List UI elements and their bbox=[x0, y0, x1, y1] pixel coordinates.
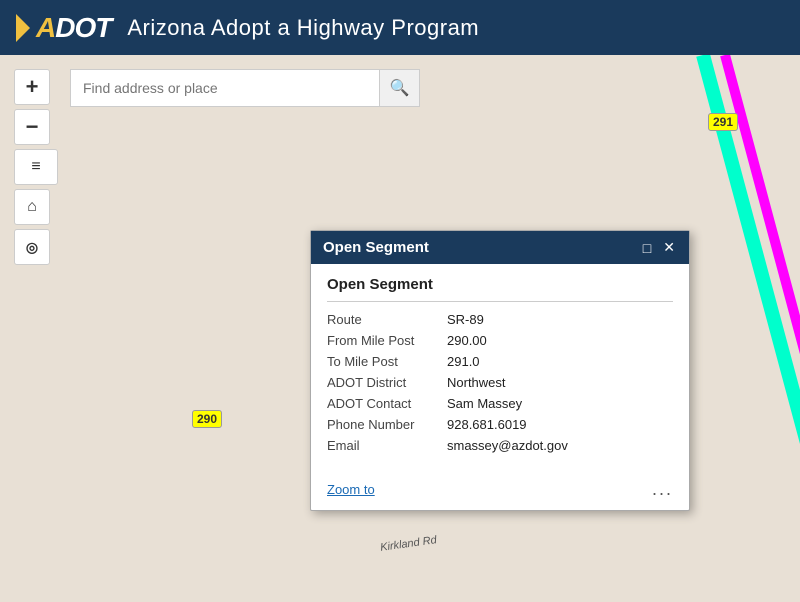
popup-row-value: 928.681.6019 bbox=[447, 417, 527, 432]
app-header: ADOT Arizona Adopt a Highway Program bbox=[0, 0, 800, 55]
popup-row-label: Phone Number bbox=[327, 417, 447, 432]
popup-body: Open Segment RouteSR-89From Mile Post290… bbox=[311, 264, 689, 471]
logo-text: ADOT bbox=[36, 12, 111, 44]
popup-row-label: To Mile Post bbox=[327, 354, 447, 369]
popup-rows: RouteSR-89From Mile Post290.00To Mile Po… bbox=[327, 312, 673, 453]
popup-row-value: Sam Massey bbox=[447, 396, 522, 411]
popup-row-value: Northwest bbox=[447, 375, 506, 390]
location-button[interactable]: ◎ bbox=[14, 229, 50, 265]
popup-row-value: 291.0 bbox=[447, 354, 480, 369]
adot-logo: ADOT bbox=[16, 12, 111, 44]
route-291-marker: 291 bbox=[708, 113, 738, 131]
logo-triangle-icon bbox=[16, 14, 30, 42]
route-290-marker: 290 bbox=[192, 410, 222, 428]
popup-row-label: Route bbox=[327, 312, 447, 327]
popup-restore-button[interactable]: □ bbox=[641, 239, 653, 256]
search-button[interactable]: 🔍 bbox=[380, 69, 420, 107]
map-area[interactable]: 291 290 Kirkland Rd 🔍 + − ≡ ⌂ ◎ Open Seg… bbox=[0, 55, 800, 602]
zoom-in-icon: + bbox=[26, 74, 39, 100]
zoom-out-icon: − bbox=[26, 114, 39, 140]
popup-panel: Open Segment □ ✕ Open Segment RouteSR-89… bbox=[310, 230, 690, 511]
home-button[interactable]: ⌂ bbox=[14, 189, 50, 225]
popup-row-label: ADOT District bbox=[327, 375, 447, 390]
search-icon: 🔍 bbox=[390, 78, 410, 98]
popup-row-label: From Mile Post bbox=[327, 333, 447, 348]
legend-icon: ≡ bbox=[31, 158, 40, 176]
popup-title: Open Segment bbox=[323, 239, 429, 256]
popup-row-value: 290.00 bbox=[447, 333, 487, 348]
popup-segment-title: Open Segment bbox=[327, 276, 673, 302]
popup-close-button[interactable]: ✕ bbox=[661, 239, 677, 256]
popup-controls: □ ✕ bbox=[641, 239, 677, 256]
popup-row: To Mile Post291.0 bbox=[327, 354, 673, 369]
popup-footer: Zoom to ... bbox=[311, 471, 689, 510]
popup-more-button[interactable]: ... bbox=[652, 479, 673, 500]
road-label-kirkland: Kirkland Rd bbox=[379, 534, 437, 554]
search-input[interactable] bbox=[70, 69, 380, 107]
popup-row: RouteSR-89 bbox=[327, 312, 673, 327]
popup-header: Open Segment □ ✕ bbox=[311, 231, 689, 264]
location-icon: ◎ bbox=[26, 239, 38, 256]
app-title: Arizona Adopt a Highway Program bbox=[127, 15, 479, 41]
popup-row-value: smassey@azdot.gov bbox=[447, 438, 568, 453]
popup-row: Phone Number928.681.6019 bbox=[327, 417, 673, 432]
popup-row: ADOT DistrictNorthwest bbox=[327, 375, 673, 390]
zoom-to-link[interactable]: Zoom to bbox=[327, 482, 375, 497]
popup-row: ADOT ContactSam Massey bbox=[327, 396, 673, 411]
popup-row-label: ADOT Contact bbox=[327, 396, 447, 411]
popup-row-value: SR-89 bbox=[447, 312, 484, 327]
zoom-out-button[interactable]: − bbox=[14, 109, 50, 145]
popup-row: Emailsmassey@azdot.gov bbox=[327, 438, 673, 453]
popup-row-label: Email bbox=[327, 438, 447, 453]
home-icon: ⌂ bbox=[27, 198, 37, 216]
zoom-in-button[interactable]: + bbox=[14, 69, 50, 105]
legend-button[interactable]: ≡ bbox=[14, 149, 58, 185]
left-toolbar: + − ≡ ⌂ ◎ bbox=[14, 69, 58, 265]
search-container: 🔍 bbox=[70, 69, 420, 107]
popup-row: From Mile Post290.00 bbox=[327, 333, 673, 348]
